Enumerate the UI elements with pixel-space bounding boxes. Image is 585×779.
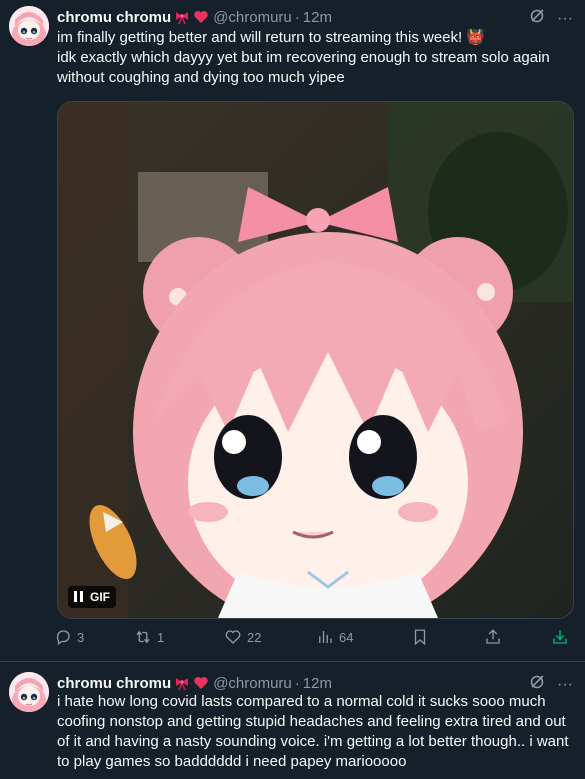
heart-emoji-icon — [193, 675, 209, 691]
timestamp[interactable]: 12m — [303, 675, 332, 692]
view-count: 64 — [339, 629, 354, 645]
repost-button[interactable]: 1 — [134, 628, 164, 646]
download-icon — [553, 630, 567, 644]
bookmark-button[interactable] — [411, 628, 429, 646]
tweet-header: chromu chromu @chromuru · 12m ··· — [57, 674, 573, 694]
like-count: 22 — [247, 629, 262, 645]
reply-icon — [56, 630, 70, 646]
tweet-text: im finally getting better and will retur… — [57, 29, 550, 86]
display-name[interactable]: chromu chromu — [57, 9, 171, 26]
more-options-icon[interactable]: ··· — [557, 676, 573, 694]
tweet-header: chromu chromu @chromuru · 12m ··· — [57, 8, 573, 29]
handle[interactable]: @chromuru — [213, 9, 292, 26]
pause-icon[interactable] — [72, 591, 84, 603]
separator: · — [294, 8, 300, 26]
reply-count: 3 — [77, 629, 85, 645]
gif-label: GIF — [90, 590, 110, 604]
bookmark-icon — [414, 629, 426, 646]
heart-emoji-icon — [193, 9, 209, 25]
avatar[interactable] — [9, 6, 49, 46]
views-icon — [319, 631, 332, 643]
heart-icon — [225, 630, 241, 644]
repost-icon — [136, 630, 150, 644]
share-button[interactable] — [484, 628, 502, 646]
tweet-text: i hate how long covid lasts compared to … — [57, 693, 569, 770]
share-icon — [486, 629, 500, 644]
like-button[interactable]: 22 — [224, 628, 261, 646]
tweet-actions: 3 1 22 64 — [54, 626, 574, 650]
gif-media[interactable]: GIF — [57, 101, 574, 619]
ribbon-emoji-icon — [174, 675, 190, 691]
repost-count: 1 — [157, 629, 165, 645]
tweet[interactable]: chromu chromu @chromuru · 12m ··· im fin… — [0, 0, 585, 662]
separator: · — [294, 674, 300, 692]
grok-icon[interactable] — [529, 8, 545, 29]
download-button[interactable] — [551, 628, 569, 646]
gif-badge[interactable]: GIF — [68, 586, 116, 608]
timestamp[interactable]: 12m — [303, 9, 332, 26]
tweet[interactable]: chromu chromu @chromuru · 12m ··· i hate… — [0, 662, 585, 779]
reply-button[interactable]: 3 — [54, 628, 84, 646]
display-name[interactable]: chromu chromu — [57, 675, 171, 692]
handle[interactable]: @chromuru — [213, 675, 292, 692]
views-button[interactable]: 64 — [316, 628, 353, 646]
ribbon-emoji-icon — [174, 9, 190, 25]
avatar[interactable] — [9, 672, 49, 712]
gif-image — [58, 102, 573, 618]
more-options-icon[interactable]: ··· — [557, 10, 573, 28]
